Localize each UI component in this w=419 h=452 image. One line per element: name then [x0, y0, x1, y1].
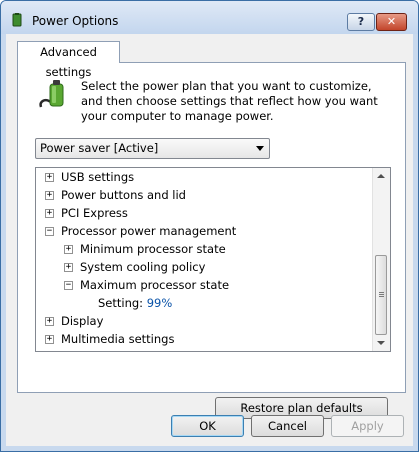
description-text: Select the power plan that you want to c…: [81, 79, 378, 123]
grip-line: [379, 296, 384, 297]
tree-item-label: Display: [61, 314, 104, 328]
settings-tree[interactable]: + USB settings + Power buttons and lid +…: [35, 167, 391, 352]
tree-item-label: USB settings: [61, 170, 135, 184]
close-button[interactable]: ✕: [376, 13, 407, 31]
title-bar[interactable]: Power Options ? ✕: [1, 1, 418, 34]
scroll-down-icon[interactable]: [377, 341, 385, 345]
tree-item-label: Power buttons and lid: [61, 188, 186, 202]
vertical-scrollbar[interactable]: [372, 168, 390, 351]
window-title: Power Options: [32, 14, 119, 28]
expand-icon[interactable]: +: [45, 191, 54, 200]
ok-button[interactable]: OK: [171, 415, 244, 437]
cancel-button[interactable]: Cancel: [251, 415, 324, 437]
grip-line: [379, 292, 384, 293]
collapse-icon[interactable]: −: [64, 281, 73, 290]
setting-row[interactable]: Setting: 99%: [98, 294, 172, 312]
chevron-down-icon[interactable]: [256, 146, 264, 151]
power-plan-select-value: Power saver [Active]: [40, 141, 159, 155]
expand-icon[interactable]: +: [64, 245, 73, 254]
power-options-app-icon: [12, 13, 22, 27]
setting-label: Setting:: [98, 296, 144, 310]
tab-panel: Select the power plan that you want to c…: [17, 62, 406, 419]
expand-icon[interactable]: +: [45, 173, 54, 182]
collapse-icon[interactable]: −: [45, 227, 54, 236]
expand-icon[interactable]: +: [45, 335, 54, 344]
tree-item-label: PCI Express: [61, 206, 128, 220]
scrollbar-thumb[interactable]: [375, 255, 387, 335]
tree-item-label: System cooling policy: [80, 260, 206, 274]
scroll-up-icon[interactable]: [377, 174, 385, 178]
battery-plug-icon: [39, 80, 64, 108]
power-options-window: Power Options ? ✕ Advanced settings Sele…: [0, 0, 419, 452]
tree-item-label: Processor power management: [61, 224, 237, 238]
tree-item-label: Multimedia settings: [61, 332, 175, 346]
grip-line: [379, 294, 384, 295]
tree-item-label: Minimum processor state: [80, 242, 226, 256]
tree-item-label: Maximum processor state: [80, 278, 230, 292]
apply-button[interactable]: Apply: [331, 415, 404, 437]
help-button[interactable]: ?: [347, 13, 375, 31]
dialog-body: Advanced settings Select the power plan …: [6, 34, 413, 446]
expand-icon[interactable]: +: [45, 317, 54, 326]
setting-value-link[interactable]: 99%: [147, 296, 173, 310]
expand-icon[interactable]: +: [64, 263, 73, 272]
power-plan-select[interactable]: Power saver [Active]: [35, 138, 270, 159]
tab-advanced-settings[interactable]: Advanced settings: [17, 41, 120, 79]
expand-icon[interactable]: +: [45, 209, 54, 218]
